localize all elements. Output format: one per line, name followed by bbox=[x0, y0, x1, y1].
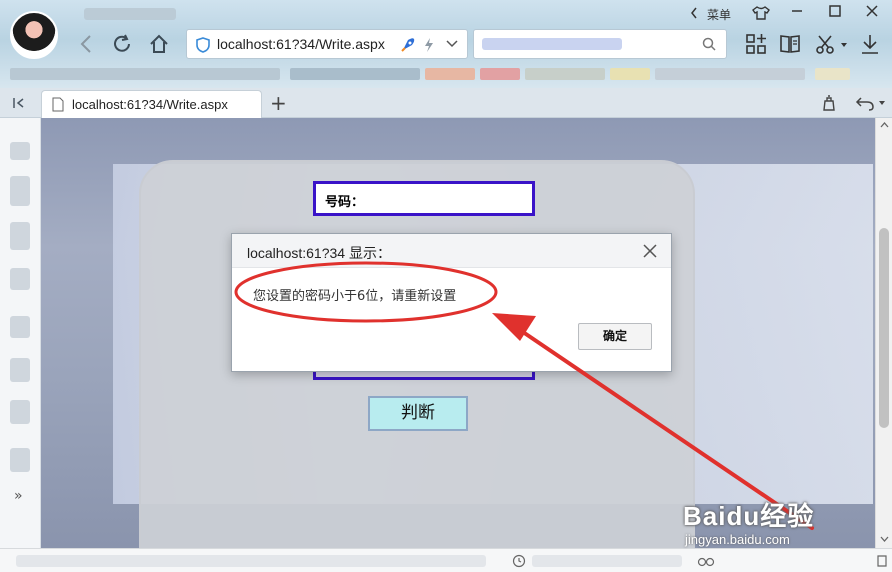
clear-data-icon[interactable] bbox=[820, 94, 838, 112]
phone-field[interactable]: 号码： bbox=[313, 181, 535, 216]
sidebar-expand-button[interactable]: » bbox=[14, 488, 23, 504]
page-scrollbar[interactable] bbox=[875, 118, 892, 548]
scroll-up-icon[interactable] bbox=[880, 122, 889, 128]
maximize-icon[interactable] bbox=[824, 4, 846, 22]
refresh-icon[interactable] bbox=[108, 30, 136, 58]
blurred-status-text bbox=[16, 555, 486, 567]
reader-book-icon[interactable] bbox=[778, 32, 802, 56]
sidebar-item[interactable] bbox=[10, 268, 30, 290]
undo-icon[interactable] bbox=[855, 94, 875, 112]
lightning-icon[interactable] bbox=[423, 37, 435, 53]
chevron-left-icon[interactable] bbox=[690, 7, 698, 19]
sidebar-item[interactable] bbox=[10, 316, 30, 338]
skin-shirt-icon[interactable] bbox=[752, 5, 770, 21]
browser-toolbar: localhost:61?34/Write.aspx 菜单 bbox=[0, 0, 892, 88]
baidu-watermark: Baidu经验 jingyan.baidu.com bbox=[683, 496, 873, 554]
bookmarks-bar-blurred bbox=[0, 64, 892, 84]
dialog-title: localhost:61?34 显示： bbox=[247, 245, 391, 261]
back-icon[interactable] bbox=[72, 30, 100, 58]
user-avatar[interactable] bbox=[10, 11, 58, 59]
search-input[interactable] bbox=[473, 29, 727, 59]
blurred-account-info bbox=[84, 8, 176, 20]
phone-label: 号码： bbox=[325, 195, 365, 210]
page-icon bbox=[52, 97, 64, 112]
dialog-message: 您设置的密码小于6位，请重新设置 bbox=[253, 289, 457, 304]
menu-label[interactable]: 菜单 bbox=[707, 6, 731, 23]
collapse-sidebar-icon[interactable] bbox=[12, 97, 26, 109]
sidebar-item[interactable] bbox=[10, 400, 30, 424]
apps-grid-icon[interactable] bbox=[744, 32, 768, 56]
blurred-status-item bbox=[532, 555, 682, 567]
dialog-header: localhost:61?34 显示： bbox=[232, 234, 671, 268]
download-icon[interactable] bbox=[858, 32, 882, 56]
new-tab-button[interactable]: + bbox=[270, 91, 287, 115]
scissors-dropdown-icon[interactable] bbox=[840, 42, 848, 48]
close-icon[interactable] bbox=[861, 4, 883, 22]
home-icon[interactable] bbox=[145, 30, 173, 58]
judge-button[interactable]: 判断 bbox=[368, 396, 468, 431]
blurred-search-text bbox=[482, 38, 622, 50]
scissors-icon[interactable] bbox=[814, 32, 838, 56]
undo-dropdown-icon[interactable] bbox=[878, 100, 886, 106]
status-settings-icon[interactable] bbox=[876, 554, 888, 568]
left-sidebar: » bbox=[0, 118, 41, 548]
secure-shield-icon bbox=[196, 37, 210, 53]
sidebar-item[interactable] bbox=[10, 448, 30, 472]
watermark-main: Baidu经验 bbox=[683, 501, 815, 531]
address-bar[interactable]: localhost:61?34/Write.aspx bbox=[186, 29, 468, 59]
address-text[interactable]: localhost:61?34/Write.aspx bbox=[217, 36, 385, 52]
dialog-close-icon[interactable] bbox=[639, 240, 661, 262]
scroll-down-icon[interactable] bbox=[880, 536, 889, 542]
sidebar-item[interactable] bbox=[10, 358, 30, 382]
alert-dialog: localhost:61?34 显示： 您设置的密码小于6位，请重新设置 确定 bbox=[231, 233, 672, 372]
tab-write-aspx[interactable]: localhost:61?34/Write.aspx bbox=[41, 90, 262, 118]
sidebar-item[interactable] bbox=[10, 176, 30, 206]
rocket-icon[interactable] bbox=[399, 36, 417, 54]
watermark-url: jingyan.baidu.com bbox=[685, 532, 790, 547]
minimize-icon[interactable] bbox=[786, 4, 808, 22]
clock-icon[interactable] bbox=[512, 554, 526, 568]
glasses-icon[interactable] bbox=[697, 554, 715, 568]
chevron-down-icon[interactable] bbox=[446, 40, 458, 48]
tab-title[interactable]: localhost:61?34/Write.aspx bbox=[72, 97, 228, 112]
scrollbar-thumb[interactable] bbox=[879, 228, 889, 428]
sidebar-item[interactable] bbox=[10, 142, 30, 160]
ok-button[interactable]: 确定 bbox=[578, 323, 652, 350]
search-icon[interactable] bbox=[702, 37, 716, 51]
sidebar-item[interactable] bbox=[10, 222, 30, 250]
tab-strip: localhost:61?34/Write.aspx + bbox=[0, 88, 892, 118]
